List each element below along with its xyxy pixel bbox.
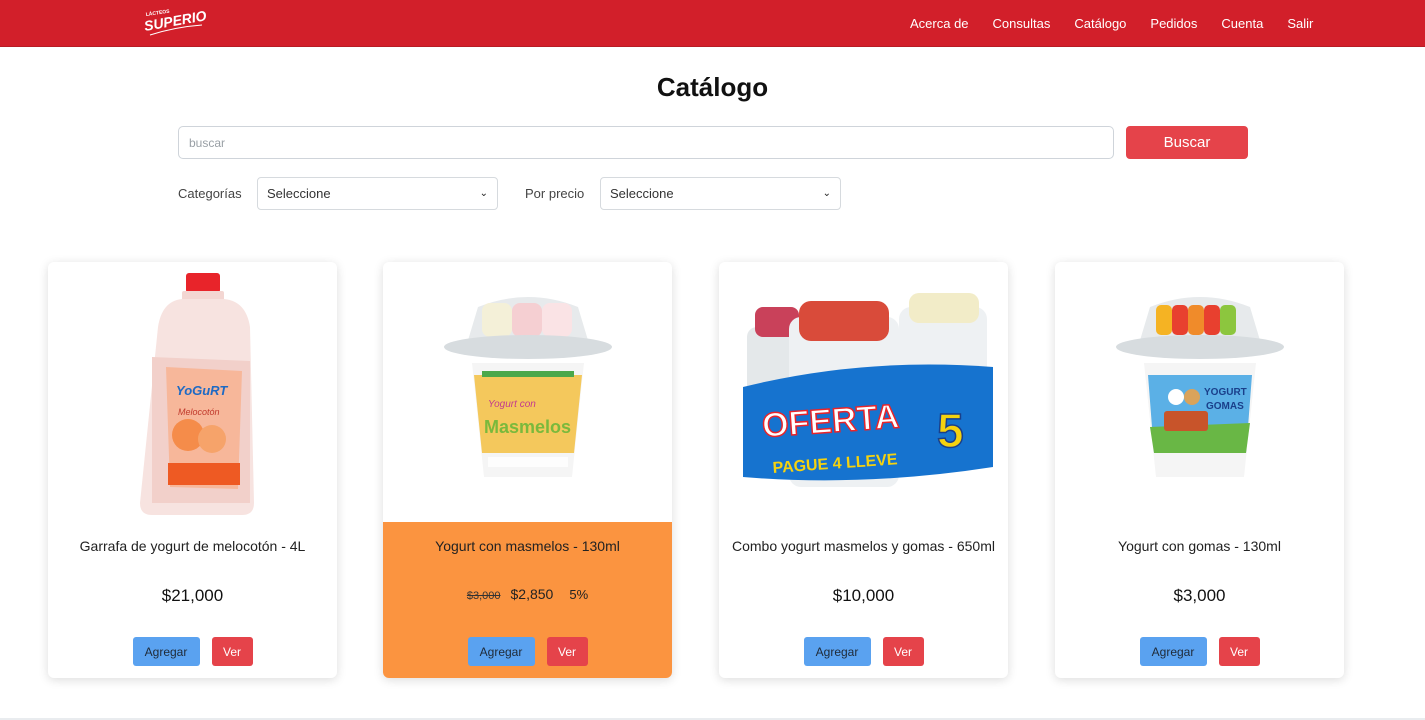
product-card: YoGuRT Melocotón Garrafa de yogurt de me… (48, 262, 337, 678)
view-product-button[interactable]: Ver (211, 637, 253, 666)
nav-cuenta[interactable]: Cuenta (1221, 16, 1263, 31)
svg-text:YoGuRT: YoGuRT (176, 383, 228, 398)
product-card: OFERTA 5 PAGUE 4 LLEVE Combo yogurt masm… (719, 262, 1008, 678)
product-image[interactable]: YoGuRT Melocotón (48, 262, 337, 522)
product-price: $10,000 (832, 586, 895, 605)
product-info: Garrafa de yogurt de melocotón - 4L $21,… (48, 522, 337, 678)
product-image[interactable]: YOGURT GOMAS (1055, 262, 1344, 522)
category-select[interactable]: Seleccione ⌄ (257, 177, 498, 210)
nav-salir[interactable]: Salir (1287, 16, 1313, 31)
yogurt-combo-pack-icon: OFERTA 5 PAGUE 4 LLEVE (742, 293, 993, 487)
product-price: $21,000 (161, 586, 224, 605)
product-info: Yogurt con masmelos - 130ml $3,000 $2,85… (383, 522, 672, 678)
marshmallow-yogurt-cup-icon: Yogurt con Masmelos (443, 297, 612, 477)
price-filter-label: Por precio (525, 186, 585, 201)
nav-consultas[interactable]: Consultas (993, 16, 1051, 31)
discounted-price: $2,850 (510, 586, 554, 602)
nav-catalogo[interactable]: Catálogo (1074, 16, 1126, 31)
svg-text:Masmelos: Masmelos (484, 417, 571, 437)
add-to-cart-button[interactable]: Agregar (803, 637, 871, 666)
svg-text:YOGURT: YOGURT (1204, 387, 1247, 398)
svg-text:GOMAS: GOMAS (1206, 401, 1244, 412)
peach-yogurt-jug-icon: YoGuRT Melocotón (139, 273, 254, 515)
product-info: Combo yogurt masmelos y gomas - 650ml $1… (719, 522, 1008, 678)
product-name: Garrafa de yogurt de melocotón - 4L (79, 538, 306, 554)
svg-text:5: 5 (937, 405, 964, 458)
search-button[interactable]: Buscar (1126, 126, 1248, 159)
price-select[interactable]: Seleccione ⌄ (600, 177, 841, 210)
product-price-row: $3,000 $2,850 5% (383, 586, 672, 602)
chevron-down-icon: ⌄ (822, 188, 831, 199)
nav-pedidos[interactable]: Pedidos (1150, 16, 1197, 31)
view-product-button[interactable]: Ver (546, 637, 588, 666)
top-navbar: LÁCTEOS SUPERIOR Acerca de Consultas Cat… (0, 0, 1425, 47)
product-card: YOGURT GOMAS Yogurt con gomas - 130ml $3… (1055, 262, 1344, 678)
product-image[interactable]: OFERTA 5 PAGUE 4 LLEVE (719, 262, 1008, 522)
search-input[interactable] (178, 126, 1114, 159)
product-info: Yogurt con gomas - 130ml $3,000 Agregar … (1055, 522, 1344, 678)
product-image[interactable]: Yogurt con Masmelos (383, 262, 672, 522)
chevron-down-icon: ⌄ (479, 188, 488, 199)
add-to-cart-button[interactable]: Agregar (467, 637, 535, 666)
main-nav: Acerca de Consultas Catálogo Pedidos Cue… (910, 0, 1313, 47)
gummy-yogurt-cup-icon: YOGURT GOMAS (1115, 297, 1284, 477)
svg-text:Melocotón: Melocotón (178, 407, 220, 417)
discount-badge: 5% (569, 587, 589, 602)
add-to-cart-button[interactable]: Agregar (1139, 637, 1207, 666)
svg-text:Yogurt con: Yogurt con (488, 399, 536, 410)
view-product-button[interactable]: Ver (1218, 637, 1260, 666)
view-product-button[interactable]: Ver (882, 637, 924, 666)
page-title: Catálogo (656, 72, 769, 102)
product-name: Yogurt con masmelos - 130ml (435, 538, 620, 554)
product-name: Combo yogurt masmelos y gomas - 650ml (732, 538, 995, 554)
original-price: $3,000 (466, 590, 501, 602)
add-to-cart-button[interactable]: Agregar (132, 637, 200, 666)
nav-acerca-de[interactable]: Acerca de (910, 16, 969, 31)
product-card-highlighted: Yogurt con Masmelos Yogurt con masmelos … (383, 262, 672, 678)
product-name: Yogurt con gomas - 130ml (1118, 538, 1281, 554)
superior-logo[interactable]: LÁCTEOS SUPERIOR (140, 7, 206, 39)
category-filter-label: Categorías (178, 186, 242, 201)
product-price: $3,000 (1173, 586, 1226, 605)
category-select-value: Seleccione (267, 186, 331, 201)
price-select-value: Seleccione (610, 186, 674, 201)
